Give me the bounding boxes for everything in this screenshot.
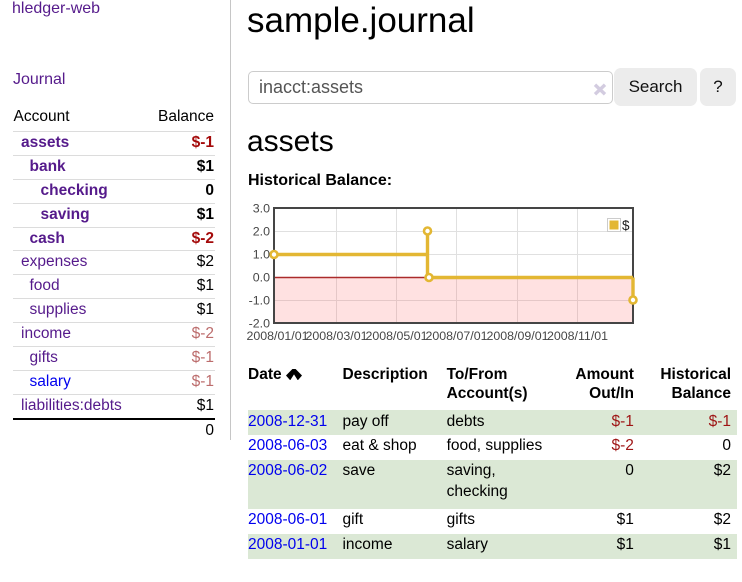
svg-text:3.0: 3.0 (253, 202, 270, 216)
svg-text:2.0: 2.0 (253, 225, 270, 239)
svg-text:-1.0: -1.0 (249, 294, 270, 308)
svg-text:1.0: 1.0 (253, 248, 270, 262)
svg-text:0.0: 0.0 (253, 271, 270, 285)
svg-text:2008/01/01: 2008/01/01 (246, 329, 308, 343)
svg-text:2008/09/01: 2008/09/01 (486, 329, 548, 343)
svg-text:2008/05/01: 2008/05/01 (365, 329, 427, 343)
svg-text:2008/11/01: 2008/11/01 (547, 329, 608, 343)
svg-text:2008/03/01: 2008/03/01 (305, 329, 367, 343)
svg-text:2008/07/01: 2008/07/01 (425, 329, 487, 343)
svg-text:$: $ (622, 218, 630, 233)
